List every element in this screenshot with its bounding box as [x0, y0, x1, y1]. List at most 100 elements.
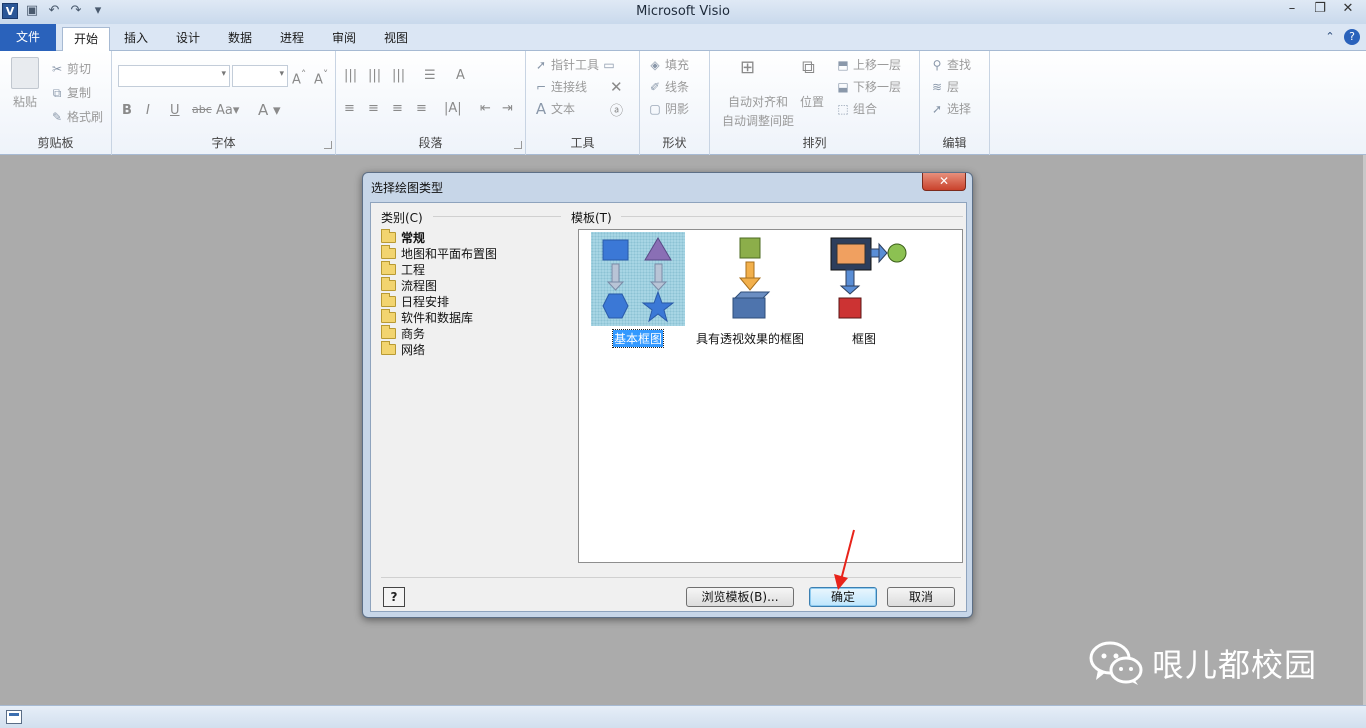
rectangle-tool-icon[interactable]: ▭ [602, 58, 616, 72]
help-icon[interactable]: ? [1344, 29, 1360, 45]
template-block-diagram[interactable]: 框图 [809, 232, 919, 347]
font-family-combo[interactable] [118, 65, 230, 87]
italic-icon[interactable]: I [146, 103, 150, 118]
group-tools: ➚ 指针工具 ▭ ⌐ 连接线 ✕ A 文本 ⓐ 工具 [526, 51, 640, 155]
category-item[interactable]: 常规 [381, 228, 561, 245]
bring-forward-button[interactable]: ⬒ 上移一层 [836, 56, 901, 73]
category-item-label: 商务 [401, 326, 426, 341]
underline-icon[interactable]: U [170, 103, 180, 118]
restore-icon[interactable]: ❐ [1306, 0, 1334, 20]
copy-button[interactable]: ⧉ 复制 [50, 84, 91, 101]
find-label: 查找 [947, 58, 972, 72]
connection-point-icon[interactable]: ⓐ [610, 100, 623, 119]
increase-indent-icon[interactable]: ⇥ [502, 101, 513, 116]
category-item[interactable]: 网络 [381, 340, 561, 357]
dialog-close-button[interactable]: ✕ [922, 173, 966, 191]
pointer-tool-button[interactable]: ➚ 指针工具 ▭ [534, 56, 616, 73]
connector-label: 连接线 [551, 80, 588, 94]
category-list[interactable]: 常规 地图和平面布置图 工程 流程图 日程安排 软件和数据库 商务 网络 [381, 228, 561, 357]
category-item-label: 日程安排 [401, 294, 450, 309]
shadow-button[interactable]: ▢ 阴影 [648, 100, 689, 117]
category-separator [433, 216, 561, 217]
auto-align-space-button[interactable]: 自动对齐和自动调整间距 [722, 93, 794, 129]
text-tool-label: 文本 [551, 102, 576, 116]
browse-templates-button[interactable]: 浏览模板(B)... [686, 587, 794, 607]
minimize-ribbon-icon[interactable]: ⌃ [1322, 29, 1338, 45]
page-view-icon[interactable] [6, 710, 22, 724]
bring-forward-icon: ⬒ [837, 57, 849, 72]
grow-font-icon[interactable]: A˄ [292, 68, 306, 87]
watermark-text: 哏儿都校园 [1152, 646, 1318, 684]
font-color-icon[interactable]: A ▾ [258, 101, 281, 119]
category-item[interactable]: 软件和数据库 [381, 308, 561, 325]
change-case-icon[interactable]: Aa▾ [216, 103, 239, 118]
text-tool-button[interactable]: A 文本 [534, 100, 575, 117]
group-edit: ⚲ 查找 ≋ 层 ➚ 选择 编辑 [920, 51, 990, 155]
tab-design[interactable]: 设计 [168, 27, 208, 51]
align-right-icon[interactable]: ≡ [392, 101, 403, 116]
bullets-icon[interactable]: ☰ [424, 68, 436, 83]
align-top-icon[interactable]: ||| [344, 68, 357, 83]
bring-forward-label: 上移一层 [853, 58, 902, 72]
tab-data[interactable]: 数据 [220, 27, 260, 51]
folder-icon [381, 276, 396, 291]
align-bottom-icon[interactable]: ||| [392, 68, 405, 83]
group-clipboard: 粘贴 ✂ 剪切 ⧉ 复制 ✎ 格式刷 剪贴板 [0, 51, 112, 155]
tab-file[interactable]: 文件 [0, 24, 56, 51]
bold-icon[interactable]: B [122, 103, 132, 118]
connector-button[interactable]: ⌐ 连接线 [534, 78, 587, 95]
position-button[interactable]: 位置 [800, 93, 824, 110]
auto-space-label: 自动调整间距 [722, 114, 795, 128]
group-arrange: ⊞ 自动对齐和 自动调整间距 ⧉ 位置 ⬒ 上移一层 ⬓ 下移一层 ⬚ 组合 排列 [710, 51, 920, 155]
window-controls: – ❐ ✕ [1278, 0, 1362, 20]
align-center-icon[interactable]: ≡ [368, 101, 379, 116]
cut-button[interactable]: ✂ 剪切 [50, 60, 91, 77]
tab-review[interactable]: 审阅 [324, 27, 364, 51]
dialog-help-button[interactable]: ? [383, 587, 405, 607]
category-item[interactable]: 日程安排 [381, 292, 561, 309]
tab-process[interactable]: 进程 [272, 27, 312, 51]
tab-home[interactable]: 开始 [62, 27, 110, 51]
tab-insert[interactable]: 插入 [116, 27, 156, 51]
find-button[interactable]: ⚲ 查找 [930, 56, 971, 73]
brush-icon: ✎ [51, 109, 63, 124]
template-separator [621, 216, 963, 217]
format-painter-button[interactable]: ✎ 格式刷 [50, 108, 103, 125]
copy-icon: ⧉ [52, 85, 62, 100]
rotate-text-icon[interactable]: A [456, 68, 465, 83]
justify-icon[interactable]: ≡ [416, 101, 427, 116]
template-basic-block-diagram[interactable]: 基本框图 [583, 232, 693, 348]
distribute-icon[interactable]: |A| [444, 101, 462, 116]
minimize-icon[interactable]: – [1278, 0, 1306, 20]
template-perspective-block-diagram[interactable]: 具有透视效果的框图 [695, 232, 805, 347]
category-item[interactable]: 流程图 [381, 276, 561, 293]
block-shapes-icon [830, 237, 907, 319]
category-item[interactable]: 工程 [381, 260, 561, 277]
group-icon: ⬚ [837, 101, 849, 116]
decrease-indent-icon[interactable]: ⇤ [480, 101, 491, 116]
select-button[interactable]: ➚ 选择 [930, 100, 971, 117]
close-tool-icon[interactable]: ✕ [610, 78, 623, 96]
layers-button[interactable]: ≋ 层 [930, 78, 959, 95]
folder-icon [381, 308, 396, 323]
paste-button[interactable]: 粘贴 [8, 57, 42, 117]
group-button[interactable]: ⬚ 组合 [836, 100, 877, 117]
strikethrough-icon[interactable]: abc [192, 103, 212, 116]
category-item[interactable]: 商务 [381, 324, 561, 341]
font-size-combo[interactable] [232, 65, 288, 87]
line-button[interactable]: ✐ 线条 [648, 78, 689, 95]
auto-align-label: 自动对齐和 [728, 95, 789, 109]
shrink-font-icon[interactable]: A˅ [314, 68, 328, 87]
fill-button[interactable]: ◈ 填充 [648, 56, 689, 73]
tab-view[interactable]: 视图 [376, 27, 416, 51]
shadow-icon: ▢ [649, 101, 661, 116]
group-font: A˄ A˅ B I U abc Aa▾ A ▾ 字体 [112, 51, 336, 155]
watermark: 哏儿都校园 [1088, 640, 1317, 686]
send-backward-button[interactable]: ⬓ 下移一层 [836, 78, 901, 95]
cancel-button[interactable]: 取消 [887, 587, 955, 607]
block-diagram-thumbnail [817, 232, 911, 326]
category-item[interactable]: 地图和平面布置图 [381, 244, 561, 261]
align-middle-icon[interactable]: ||| [368, 68, 381, 83]
close-window-icon[interactable]: ✕ [1334, 0, 1362, 20]
align-left-icon[interactable]: ≡ [344, 101, 355, 116]
